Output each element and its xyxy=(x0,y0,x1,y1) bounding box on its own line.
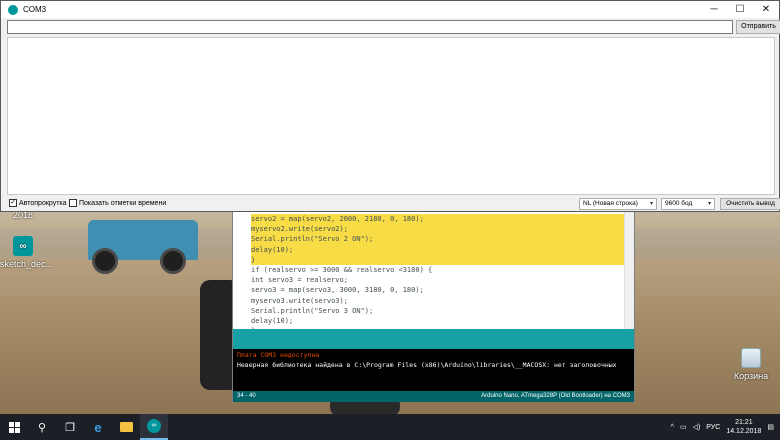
desktop-icon-label: sketch_dec... xyxy=(0,259,54,269)
code-line: if (realservo >= 3000 && realservo <3180… xyxy=(251,266,433,275)
code-line: } xyxy=(251,254,625,266)
code-line: myservo3.write(servo3); xyxy=(251,296,348,305)
window-titlebar[interactable]: COM3 ─ ☐ ✕ xyxy=(1,1,779,18)
task-view-button[interactable]: ❐ xyxy=(56,414,84,440)
clock-time: 21:21 xyxy=(735,419,753,426)
timestamps-label: Показать отметки времени xyxy=(79,199,167,207)
status-board-info: Arduino Nano, ATmega328P (Old Bootloader… xyxy=(481,393,630,399)
recycle-bin-icon xyxy=(741,348,761,368)
chevron-down-icon: ▾ xyxy=(707,201,711,207)
notifications-icon[interactable]: ▤ xyxy=(767,423,774,431)
line-ending-select[interactable]: NL (Новая строка) ▾ xyxy=(579,198,657,210)
start-button[interactable] xyxy=(0,414,28,440)
chevron-up-icon[interactable]: ^ xyxy=(671,424,674,431)
desktop-icon-recycle-bin[interactable]: Корзина xyxy=(728,348,774,381)
close-button[interactable]: ✕ xyxy=(753,1,779,18)
jeep-wheel xyxy=(160,248,186,274)
task-view-icon: ❐ xyxy=(65,421,75,434)
maximize-icon: ☐ xyxy=(735,4,745,15)
search-icon: ⚲ xyxy=(37,421,47,434)
code-line: servo3 = map(servo3, 3000, 3180, 0, 180)… xyxy=(251,286,424,295)
code-line: delay(10); xyxy=(251,317,294,326)
arduino-ide-window: servo2 = map(servo2, 2000, 2180, 0, 180)… xyxy=(232,210,635,402)
language-indicator[interactable]: РУС xyxy=(706,424,720,431)
jeep-wheel xyxy=(92,248,118,274)
send-button[interactable]: Отправить xyxy=(736,20,780,34)
clear-output-button[interactable]: Очистить вывод xyxy=(720,198,780,210)
send-row: Отправить xyxy=(7,20,780,35)
maximize-button[interactable]: ☐ xyxy=(727,1,753,18)
status-line-numbers: 34 - 40 xyxy=(237,393,256,399)
taskbar: ⚲ ❐ e ∞ ^ ▭ ◁) РУС 21:21 14.12.2018 ▤ xyxy=(0,414,780,440)
code-line: delay(10); xyxy=(251,244,625,255)
serial-monitor-window: COM3 ─ ☐ ✕ Отправить ✓ Автопрокрутка Пок… xyxy=(0,0,780,212)
baud-rate-select[interactable]: 9600 бод ▾ xyxy=(661,198,715,210)
desktop-icon-label: Корзина xyxy=(733,371,769,381)
desktop-icon-sketch[interactable]: ∞ sketch_dec... xyxy=(0,236,53,269)
window-title: COM3 xyxy=(23,5,47,14)
volume-icon[interactable]: ◁) xyxy=(693,423,701,431)
clock-date: 14.12.2018 xyxy=(726,428,762,435)
folder-icon xyxy=(119,422,133,432)
code-editor[interactable]: servo2 = map(servo2, 2000, 2180, 0, 180)… xyxy=(233,211,625,329)
taskbar-clock[interactable]: 21:21 14.12.2018 xyxy=(726,418,761,436)
edge-taskbar-button[interactable]: e xyxy=(84,414,112,440)
code-line: Serial.println("Servo 2 ON"); xyxy=(251,234,625,245)
code-line: myservo2.write(servo2); xyxy=(251,224,625,235)
minimize-icon: ─ xyxy=(710,4,718,15)
console-divider xyxy=(233,329,634,349)
checkbox-unchecked-icon xyxy=(69,199,77,207)
baud-rate-value: 9600 бод xyxy=(665,200,693,207)
arduino-sketch-icon: ∞ xyxy=(13,236,33,256)
checkbox-checked-icon: ✓ xyxy=(9,199,17,207)
code-line: Serial.println("Servo 3 ON"); xyxy=(251,306,374,315)
editor-scrollbar[interactable] xyxy=(624,211,634,329)
console-error: Плата COM3 недоступна xyxy=(237,351,320,359)
autoscroll-checkbox[interactable]: ✓ Автопрокрутка xyxy=(9,199,67,207)
search-button[interactable]: ⚲ xyxy=(28,414,56,440)
arduino-app-icon xyxy=(8,4,18,15)
chevron-down-icon: ▾ xyxy=(649,201,653,207)
autoscroll-label: Автопрокрутка xyxy=(19,199,67,207)
close-icon: ✕ xyxy=(761,4,771,15)
system-tray: ^ ▭ ◁) РУС 21:21 14.12.2018 ▤ xyxy=(671,418,780,436)
serial-output-area[interactable] xyxy=(7,37,775,195)
arduino-icon: ∞ xyxy=(147,419,161,433)
console-message: Неверная библиотека найдена в C:\Program… xyxy=(237,361,617,369)
line-ending-value: NL (Новая строка) xyxy=(583,200,638,207)
explorer-taskbar-button[interactable] xyxy=(112,414,140,440)
code-line: int servo3 = realservo; xyxy=(251,276,348,285)
arduino-taskbar-button[interactable]: ∞ xyxy=(140,414,168,440)
minimize-button[interactable]: ─ xyxy=(701,1,727,18)
windows-logo-icon xyxy=(8,421,20,433)
network-icon[interactable]: ▭ xyxy=(680,423,687,431)
console-output: Плата COM3 недоступна Неверная библиотек… xyxy=(233,349,634,391)
edge-icon: e xyxy=(94,419,102,435)
send-input[interactable] xyxy=(7,20,733,34)
timestamps-checkbox[interactable]: Показать отметки времени xyxy=(69,199,166,207)
code-line: servo2 = map(servo2, 2000, 2180, 0, 180)… xyxy=(251,214,625,225)
ide-status-bar: 34 - 40 Arduino Nano, ATmega328P (Old Bo… xyxy=(233,391,634,402)
serial-bottom-bar: ✓ Автопрокрутка Показать отметки времени… xyxy=(7,197,780,211)
